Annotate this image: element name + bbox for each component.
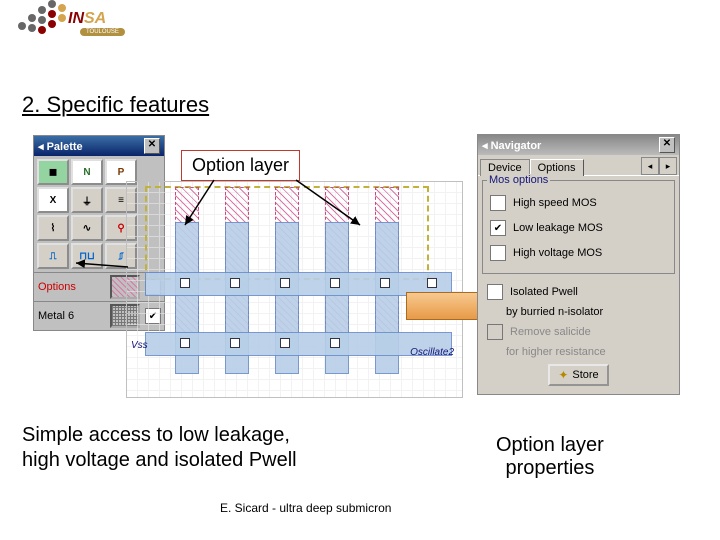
- net-label-osc: Oscillate2: [410, 347, 454, 358]
- opt-label: Isolated Pwell: [510, 286, 578, 298]
- tab-device[interactable]: Device: [480, 159, 530, 176]
- store-button[interactable]: ✦Store: [548, 364, 608, 386]
- low-leakage-mos-checkbox[interactable]: ✔: [490, 220, 506, 236]
- tab-scroll-left-icon[interactable]: ◂: [641, 157, 659, 175]
- close-icon[interactable]: ✕: [659, 137, 675, 153]
- logo-subtext: TOULOUSE: [80, 28, 125, 36]
- tab-scroll-right-icon[interactable]: ▸: [659, 157, 677, 175]
- tab-options[interactable]: Options: [530, 159, 584, 176]
- net-label-vss: Vss: [131, 340, 148, 351]
- remove-salicide-checkbox[interactable]: [487, 324, 503, 340]
- isolated-pwell-checkbox[interactable]: [487, 284, 503, 300]
- tab-bar: Device Options ◂ ▸: [478, 155, 679, 176]
- big-arrow-icon: [406, 292, 483, 320]
- palette-tool[interactable]: ◼: [37, 159, 69, 185]
- navigator-window: ◂ Navigator ✕ Device Options ◂ ▸ Mos opt…: [477, 134, 680, 395]
- summary-right: Option layer properties: [496, 434, 604, 480]
- logo-dots-icon: [18, 4, 63, 34]
- palette-tool[interactable]: ⏚: [71, 187, 103, 213]
- options-row-label[interactable]: Options: [34, 278, 108, 296]
- mos-options-group: Mos options High speed MOS ✔Low leakage …: [482, 180, 675, 274]
- palette-tool[interactable]: ∿: [71, 215, 103, 241]
- opt-label: Low leakage MOS: [513, 222, 603, 234]
- palette-tool[interactable]: N: [71, 159, 103, 185]
- opt-sublabel: for higher resistance: [506, 346, 673, 358]
- layout-diagram: Vss Oscillate2: [126, 181, 463, 398]
- metal6-row-label[interactable]: Metal 6: [34, 307, 108, 325]
- palette-tool[interactable]: ⊓⊔: [71, 243, 103, 269]
- logo: INSA TOULOUSE: [18, 4, 63, 34]
- group-label: Mos options: [487, 174, 550, 186]
- opt-label: High voltage MOS: [513, 247, 602, 259]
- palette-tool[interactable]: X: [37, 187, 69, 213]
- high-speed-mos-checkbox[interactable]: [490, 195, 506, 211]
- option-layer-callout: Option layer: [181, 150, 300, 181]
- close-icon[interactable]: ✕: [144, 138, 160, 154]
- palette-tool[interactable]: ⌇: [37, 215, 69, 241]
- star-icon: ✦: [558, 368, 568, 382]
- opt-sublabel: by burried n-isolator: [506, 306, 673, 318]
- opt-label: Remove salicide: [510, 326, 591, 338]
- logo-text: INSA: [68, 10, 106, 28]
- high-voltage-mos-checkbox[interactable]: [490, 245, 506, 261]
- navigator-titlebar[interactable]: ◂ Navigator ✕: [478, 135, 679, 155]
- palette-titlebar[interactable]: ◂ Palette ✕: [34, 136, 164, 156]
- opt-label: High speed MOS: [513, 197, 597, 209]
- palette-tool[interactable]: ⎍: [37, 243, 69, 269]
- section-heading: 2. Specific features: [22, 92, 209, 118]
- summary-text: Simple access to low leakage, high volta…: [22, 423, 297, 473]
- footer-credit: E. Sicard - ultra deep submicron: [220, 501, 391, 515]
